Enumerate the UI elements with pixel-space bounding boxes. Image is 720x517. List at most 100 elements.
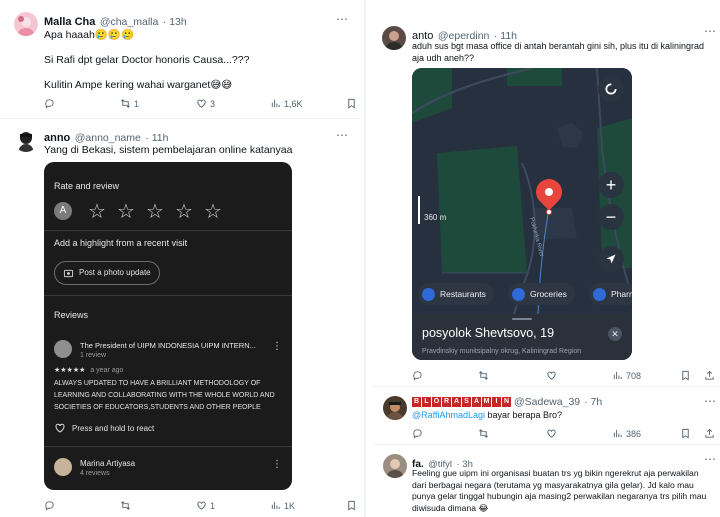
avatar[interactable] [14, 128, 38, 152]
post-photo-button[interactable]: Post a photo update [54, 261, 160, 285]
more-icon[interactable]: ⋯ [704, 394, 716, 408]
views-button[interactable]: 386 [612, 428, 641, 439]
more-icon[interactable]: ⋯ [704, 452, 716, 466]
close-icon[interactable]: ✕ [608, 327, 622, 341]
more-icon[interactable]: ⋯ [336, 12, 348, 26]
heart-icon [197, 501, 206, 510]
bookmark-button[interactable] [346, 500, 357, 511]
views-button[interactable]: 708 [612, 370, 641, 381]
tweet-time[interactable]: · 7h [584, 396, 602, 408]
avatar[interactable] [383, 454, 407, 478]
highlight-title: Add a highlight from a recent visit [54, 238, 188, 248]
avatar: A [54, 202, 72, 220]
chip-groceries[interactable]: Groceries [508, 283, 575, 305]
avatar[interactable] [54, 340, 72, 358]
retweet-button[interactable] [120, 500, 131, 511]
like-button[interactable] [546, 370, 557, 381]
more-vertical-icon[interactable]: ⋮ [272, 460, 282, 470]
views-count: 1K [284, 500, 296, 511]
reply-button[interactable] [412, 428, 423, 439]
more-icon[interactable]: ⋯ [336, 128, 348, 142]
views-count: 386 [626, 428, 642, 439]
like-button[interactable]: 1 [196, 500, 215, 511]
like-count: 1 [210, 500, 216, 511]
bookmark-button[interactable] [680, 370, 691, 381]
user-handle[interactable]: @cha_malla [100, 16, 159, 28]
retweet-button[interactable] [478, 428, 489, 439]
user-name[interactable]: B L O R A S A M I N [412, 397, 511, 407]
heart-icon [197, 99, 206, 108]
retweet-button[interactable] [478, 370, 489, 381]
star-icon[interactable]: ☆ [204, 202, 222, 222]
avatar[interactable] [14, 12, 38, 36]
retweet-button[interactable]: 1 [120, 98, 139, 109]
divider [44, 446, 292, 447]
emoji-icon: 😂 [478, 502, 489, 513]
react-label: Press and hold to react [72, 423, 155, 433]
views-icon [613, 371, 622, 380]
star-icon[interactable]: ☆ [175, 202, 193, 222]
drag-handle[interactable] [512, 318, 532, 320]
avatar[interactable] [383, 396, 407, 420]
views-button[interactable]: 1,6K [270, 98, 303, 109]
heart-icon [547, 429, 556, 438]
user-handle[interactable]: @Sadewa_39 [514, 396, 580, 408]
reply-button[interactable] [44, 98, 58, 109]
share-button[interactable] [704, 428, 715, 439]
chip-restaurants[interactable]: Restaurants [418, 283, 494, 305]
share-icon [705, 370, 714, 380]
react-button[interactable]: Press and hold to react [54, 422, 154, 434]
reply-button[interactable] [412, 370, 423, 381]
views-count: 708 [626, 370, 642, 381]
star-icon[interactable]: ☆ [146, 202, 164, 222]
review-screenshot-image[interactable]: Rate and review A ☆ ☆ ☆ ☆ ☆ Add a highli… [44, 162, 292, 490]
layers-button[interactable] [598, 76, 624, 102]
divider [372, 386, 720, 387]
like-button[interactable] [546, 428, 557, 439]
review-count: 4 reviews [80, 470, 110, 477]
star-icon[interactable]: ☆ [88, 202, 106, 222]
tweet-time[interactable]: · 13h [163, 16, 187, 28]
retweet-icon [121, 501, 130, 510]
reviewer-name[interactable]: Marina Artiyasa [80, 459, 135, 468]
tweet-text: Kulitin Ampe kering wahai warganet😅😅 [44, 79, 233, 91]
more-vertical-icon[interactable]: ⋮ [272, 342, 282, 352]
map-screenshot-image[interactable]: Pokhinka River 360 m + − Restaurants Gro… [412, 68, 632, 360]
bookmark-icon [682, 428, 689, 439]
reply-button[interactable] [44, 500, 55, 511]
tweet-text: Feeling gue uipm ini organisasi buatan t… [412, 468, 707, 513]
rate-title: Rate and review [54, 181, 120, 191]
avatar[interactable] [54, 458, 72, 476]
more-icon[interactable]: ⋯ [704, 24, 716, 38]
views-button[interactable]: 1K [270, 500, 295, 511]
reviewer-name[interactable]: The President of UIPM INDONESIA UIPM INT… [80, 341, 256, 350]
star-icon[interactable]: ☆ [117, 202, 135, 222]
heart-icon [547, 371, 556, 380]
plus-icon: + [605, 174, 617, 195]
mention-link[interactable]: @RaffiAhmadLagi [412, 410, 485, 420]
bookmark-button[interactable] [680, 428, 691, 439]
avatar[interactable] [382, 26, 406, 50]
share-button[interactable] [704, 370, 715, 381]
pin-point [546, 209, 552, 215]
pharmacy-icon [593, 287, 606, 301]
reply-icon [413, 371, 422, 381]
bookmark-icon [348, 500, 355, 511]
user-name[interactable]: Malla Cha [44, 16, 95, 28]
zoom-out-button[interactable]: − [598, 204, 624, 230]
like-button[interactable]: 3 [196, 98, 215, 109]
place-sheet[interactable]: posyolok Shevtsovo, 19 Pravdinskiy munit… [412, 314, 632, 360]
restaurant-icon [422, 287, 435, 301]
review-time: a year ago [90, 367, 124, 374]
chip-pharmacy[interactable]: Pharm [589, 283, 632, 305]
reply-icon [45, 99, 54, 109]
views-icon [271, 99, 280, 108]
zoom-in-button[interactable]: + [598, 172, 624, 198]
locate-button[interactable] [598, 246, 624, 272]
tweet-text: @RaffiAhmadLagi bayar berapa Bro? [412, 410, 563, 420]
tweet-text: Apa haaah🥲🥲🥲 [44, 29, 135, 41]
reply-icon [45, 501, 54, 511]
bookmark-button[interactable] [346, 98, 357, 109]
column-separator [364, 0, 366, 517]
loading-icon [605, 83, 617, 95]
